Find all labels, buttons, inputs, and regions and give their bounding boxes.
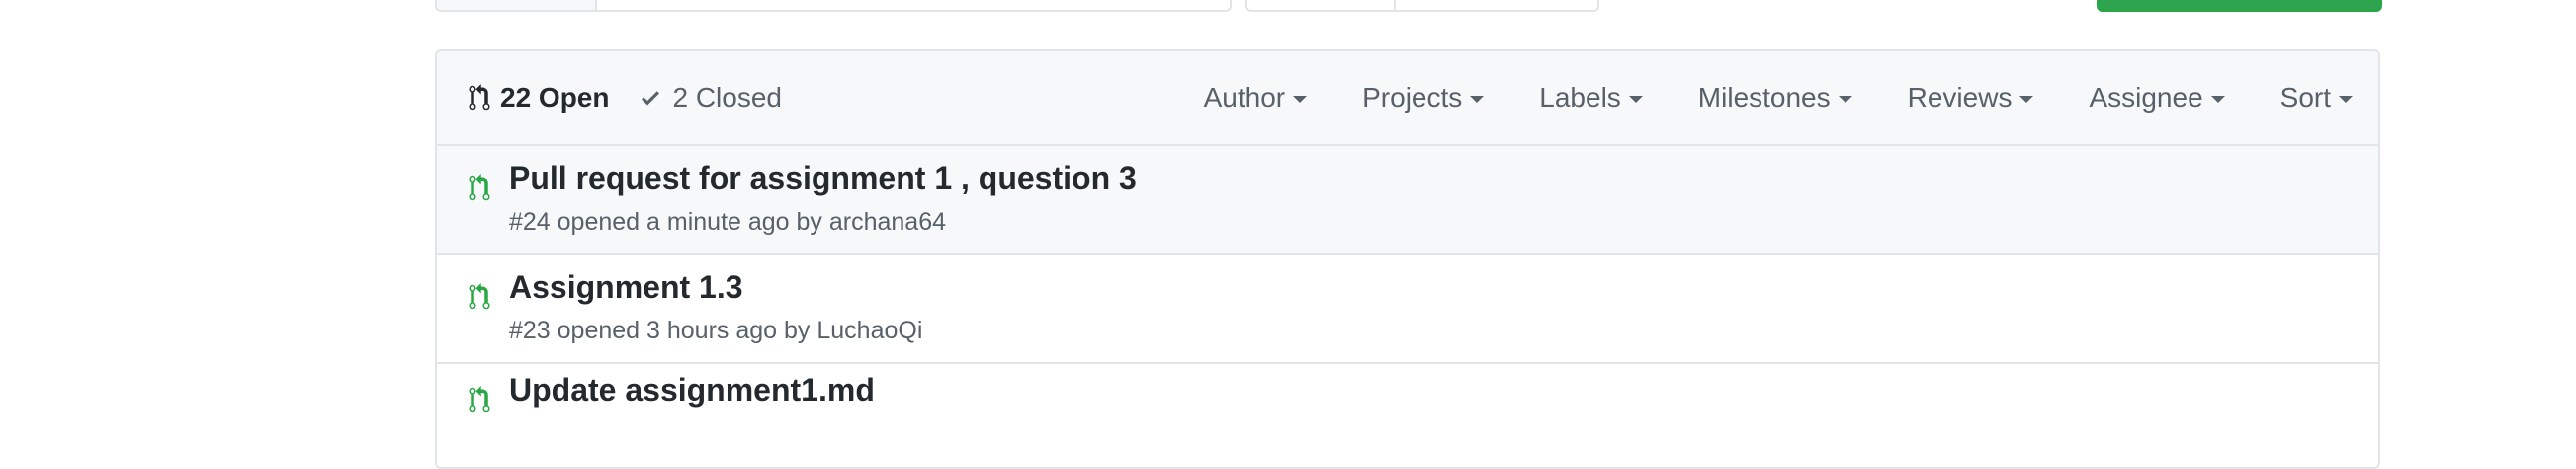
filter-dropdowns: Author Projects Labels Milestones Review… bbox=[1149, 51, 2353, 144]
labels-tab[interactable] bbox=[1247, 0, 1396, 10]
git-pull-request-icon bbox=[469, 174, 490, 201]
git-pull-request-icon bbox=[469, 283, 490, 310]
labels-milestones-nav[interactable] bbox=[1245, 0, 1599, 12]
list-item[interactable]: Pull request for assignment 1 , question… bbox=[437, 146, 2378, 255]
pr-meta: #23 opened 3 hours ago by LuchaoQi bbox=[509, 317, 923, 344]
assignee-dropdown[interactable]: Assignee bbox=[2089, 82, 2225, 114]
author-dropdown[interactable]: Author bbox=[1204, 82, 1308, 114]
projects-label: Projects bbox=[1362, 82, 1463, 113]
pr-title-link[interactable]: Assignment 1.3 bbox=[509, 269, 743, 306]
sort-dropdown[interactable]: Sort bbox=[2280, 82, 2353, 114]
assignee-label: Assignee bbox=[2089, 82, 2203, 113]
git-pull-request-icon bbox=[469, 84, 490, 111]
closed-filter-link[interactable]: 2 Closed bbox=[639, 82, 782, 114]
author-label: Author bbox=[1203, 82, 1286, 113]
chevron-down-icon bbox=[2019, 96, 2034, 103]
pull-request-list: 22 Open 2 Closed Author Projects Labels bbox=[435, 49, 2380, 469]
new-pull-request-button[interactable] bbox=[2097, 0, 2382, 12]
list-item[interactable]: Assignment 1.3 #23 opened 3 hours ago by… bbox=[437, 255, 2378, 364]
milestones-label: Milestones bbox=[1697, 82, 1831, 113]
pr-title-link[interactable]: Pull request for assignment 1 , question… bbox=[509, 160, 1137, 197]
labels-label: Labels bbox=[1539, 82, 1621, 113]
chevron-down-icon bbox=[1838, 96, 1852, 103]
reviews-label: Reviews bbox=[1907, 82, 2013, 113]
chevron-down-icon bbox=[2339, 96, 2353, 103]
open-filter-link[interactable]: 22 Open bbox=[469, 82, 609, 114]
labels-dropdown[interactable]: Labels bbox=[1539, 82, 1643, 114]
filters-dropdown-button[interactable] bbox=[437, 0, 597, 10]
check-icon bbox=[642, 91, 660, 106]
projects-dropdown[interactable]: Projects bbox=[1362, 82, 1485, 114]
open-count-label: 22 Open bbox=[500, 82, 610, 113]
state-toggles: 22 Open 2 Closed bbox=[469, 51, 812, 144]
list-header: 22 Open 2 Closed Author Projects Labels bbox=[437, 51, 2378, 146]
chevron-down-icon bbox=[1470, 96, 1485, 103]
list-item[interactable]: Update assignment1.md bbox=[437, 364, 2378, 467]
filters-search-bar[interactable] bbox=[435, 0, 1232, 12]
chevron-down-icon bbox=[1628, 96, 1643, 103]
pr-title-link[interactable]: Update assignment1.md bbox=[509, 372, 875, 409]
closed-count-label: 2 Closed bbox=[672, 82, 782, 113]
chevron-down-icon bbox=[1293, 96, 1308, 103]
chevron-down-icon bbox=[2210, 96, 2225, 103]
milestones-dropdown[interactable]: Milestones bbox=[1698, 82, 1852, 114]
sort-label: Sort bbox=[2279, 82, 2331, 113]
pr-meta: #24 opened a minute ago by archana64 bbox=[509, 208, 947, 235]
reviews-dropdown[interactable]: Reviews bbox=[1908, 82, 2034, 114]
